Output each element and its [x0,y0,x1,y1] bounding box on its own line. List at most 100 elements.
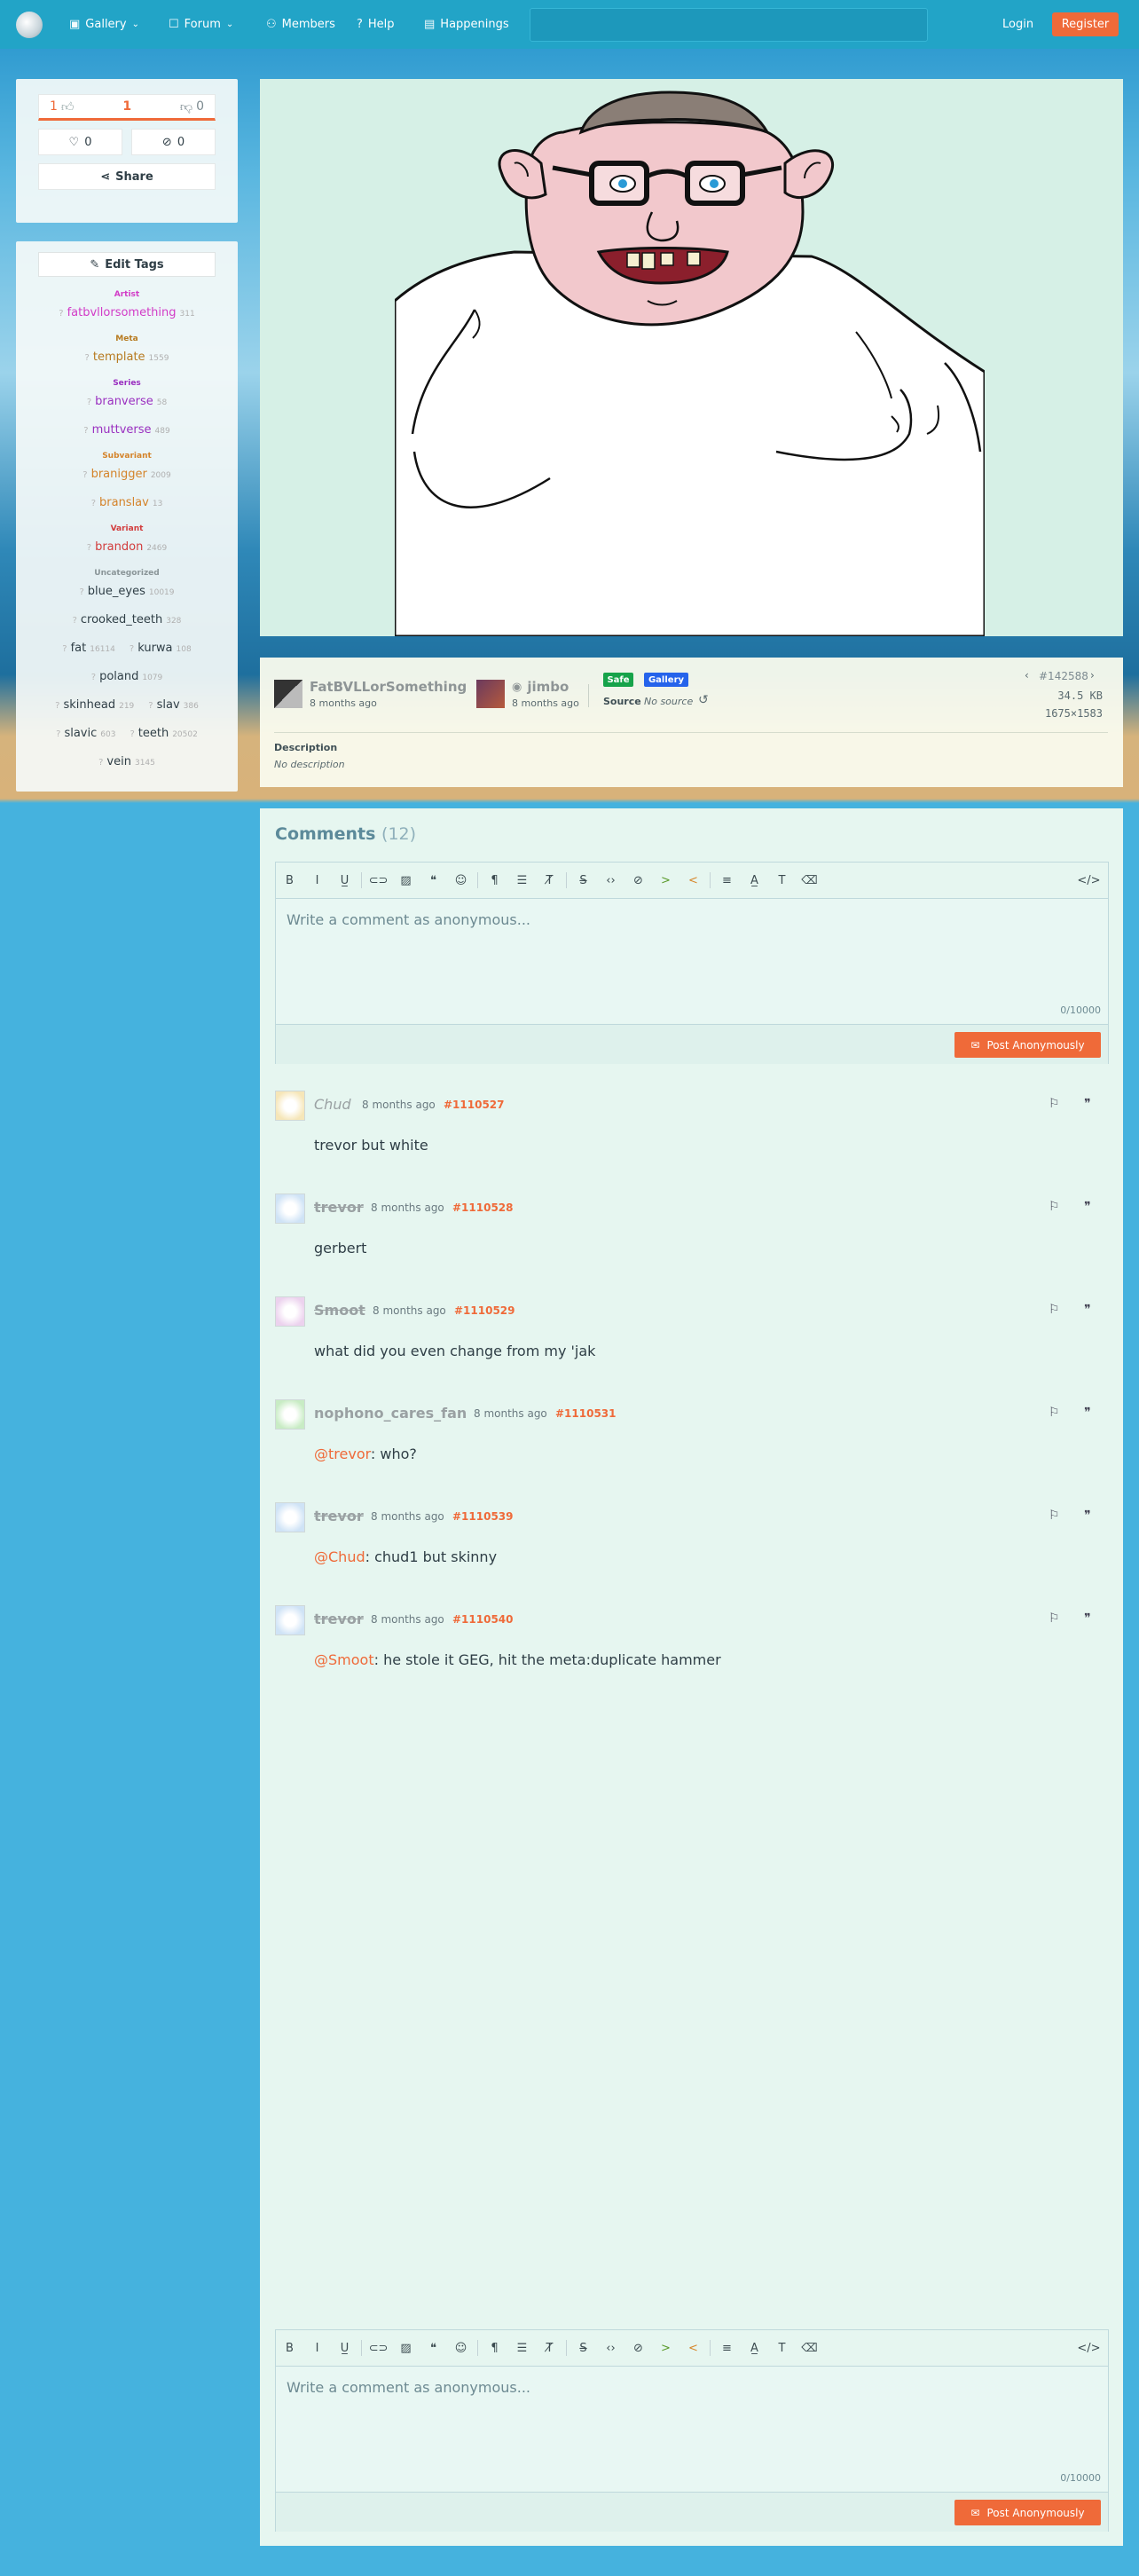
uploader-name[interactable]: FatBVLLorSomething [310,679,467,695]
post-image[interactable] [395,79,985,636]
comment-author[interactable]: trevor [314,1508,364,1524]
clear-style-icon[interactable]: ⌫ [796,2342,823,2355]
tag-name[interactable]: template [93,351,145,364]
tag-help-icon[interactable]: ? [59,309,63,319]
tag-help-icon[interactable]: ? [85,353,90,363]
nav-forum[interactable]: ☐ Forum ⌄ [169,0,233,49]
tag-item[interactable]: ? brandon 2469 [87,540,167,554]
history-icon[interactable]: ↺ [698,693,709,707]
approver-avatar[interactable] [476,680,505,708]
code-icon[interactable]: ‹› [597,2342,624,2355]
text-color-icon[interactable]: A̲ [741,2342,768,2355]
tag-name[interactable]: skinhead [63,698,115,712]
tag-help-icon[interactable]: ? [130,729,134,739]
post-anonymously-button[interactable]: ✉ Post Anonymously [954,2500,1101,2525]
tag-name[interactable]: fat [71,642,87,655]
italic-icon[interactable]: I [303,874,331,887]
comment-author[interactable]: nophono_cares_fan [314,1405,467,1422]
underline-icon[interactable]: U̲ [331,2342,358,2355]
hide-button[interactable]: ⊘ 0 [131,129,216,155]
quote-reply-icon[interactable]: ❞ [1084,1200,1091,1214]
tag-item[interactable]: ? muttverse 489 [83,423,169,437]
tag-item[interactable]: ? branigger 2009 [82,468,170,481]
bold-icon[interactable]: B [276,2342,303,2355]
tag-item[interactable]: ? skinhead 219 [55,698,134,712]
site-logo[interactable] [16,12,43,38]
tag-help-icon[interactable]: ? [56,729,60,739]
nav-help[interactable]: ? Help [357,0,395,49]
comment-textarea[interactable]: Write a comment as anonymous... 0/10000 [276,2367,1108,2491]
tag-name[interactable]: blue_eyes [88,585,145,598]
comment-avatar[interactable] [275,1399,305,1430]
comment-id-link[interactable]: #1110527 [444,1099,505,1111]
font-size-icon[interactable]: T [768,874,796,887]
comment-avatar[interactable] [275,1091,305,1121]
comment-id-link[interactable]: #1110540 [452,1613,514,1626]
font-size-icon[interactable]: T [768,2342,796,2355]
spoiler-icon[interactable]: ⊘ [624,874,652,887]
uploader-avatar[interactable] [274,680,302,708]
tag-item[interactable]: ? branslav 13 [91,496,163,509]
comment-author[interactable]: Chud [314,1096,351,1113]
tag-item[interactable]: ? crooked_teeth 328 [73,613,182,626]
tag-help-icon[interactable]: ? [87,543,91,553]
tag-name[interactable]: vein [106,755,131,768]
register-button[interactable]: Register [1052,12,1119,36]
report-icon[interactable]: ⚐ [1049,1303,1060,1317]
favorite-button[interactable]: ♡ 0 [38,129,122,155]
source-code-icon[interactable]: </> [1075,2342,1103,2355]
greentext-icon[interactable]: > [652,874,679,887]
board-badge[interactable]: Gallery [644,673,688,687]
nav-gallery[interactable]: ▣ Gallery ⌄ [69,0,139,49]
tag-name[interactable]: fatbvllorsomething [67,306,177,319]
comment-id-link[interactable]: #1110528 [452,1201,514,1214]
comment-mention[interactable]: @Smoot [314,1651,374,1668]
next-post-button[interactable]: › [1090,669,1095,681]
pinktext-icon[interactable]: < [679,2342,707,2355]
tag-name[interactable]: slavic [64,727,97,740]
tag-item[interactable]: ? fatbvllorsomething 311 [59,306,194,319]
tag-help-icon[interactable]: ? [79,587,83,597]
text-color-icon[interactable]: A̲ [741,874,768,887]
image-icon[interactable]: ▨ [392,874,420,887]
tag-item[interactable]: ? teeth 20502 [130,727,197,740]
tag-name[interactable]: crooked_teeth [81,613,162,626]
tag-name[interactable]: teeth [138,727,169,740]
tag-help-icon[interactable]: ? [130,644,134,654]
comment-mention[interactable]: @Chud [314,1548,365,1565]
tag-help-icon[interactable]: ? [83,426,88,436]
comment-avatar[interactable] [275,1605,305,1635]
tag-help-icon[interactable]: ? [148,701,153,711]
quote-reply-icon[interactable]: ❞ [1084,1509,1091,1523]
tag-item[interactable]: ? slavic 603 [56,727,115,740]
comment-author[interactable]: trevor [314,1611,364,1627]
tag-item[interactable]: ? blue_eyes 10019 [79,585,174,598]
bullet-list-icon[interactable]: ☰ [508,2342,536,2355]
downvote-button[interactable]: 👎︎ 0 [180,99,204,114]
tag-item[interactable]: ? branverse 58 [87,395,167,408]
align-icon[interactable]: ≡ [713,874,741,887]
image-icon[interactable]: ▨ [392,2342,420,2355]
tag-help-icon[interactable]: ? [73,616,77,626]
quote-reply-icon[interactable]: ❞ [1084,1303,1091,1317]
share-button[interactable]: ⋖ Share [38,163,216,190]
rating-badge[interactable]: Safe [603,673,633,687]
tag-help-icon[interactable]: ? [98,758,103,768]
tag-help-icon[interactable]: ? [91,499,96,508]
paragraph-icon[interactable]: ¶ [481,874,508,887]
comment-avatar[interactable] [275,1296,305,1327]
prev-post-button[interactable]: ‹ [1025,669,1029,681]
strikethrough-icon[interactable]: S̶ [570,2342,597,2355]
nav-happenings[interactable]: ▤ Happenings [424,0,509,49]
comment-author[interactable]: trevor [314,1199,364,1216]
emoji-icon[interactable]: ☺ [447,874,475,887]
tag-name[interactable]: poland [99,670,138,683]
quote-icon[interactable]: ❝ [420,2342,447,2355]
tag-name[interactable]: branverse [95,395,153,408]
code-icon[interactable]: ‹› [597,874,624,887]
tag-name[interactable]: branigger [91,468,147,481]
report-icon[interactable]: ⚐ [1049,1406,1060,1420]
report-icon[interactable]: ⚐ [1049,1509,1060,1523]
quote-reply-icon[interactable]: ❞ [1084,1406,1091,1420]
quote-reply-icon[interactable]: ❞ [1084,1611,1091,1626]
